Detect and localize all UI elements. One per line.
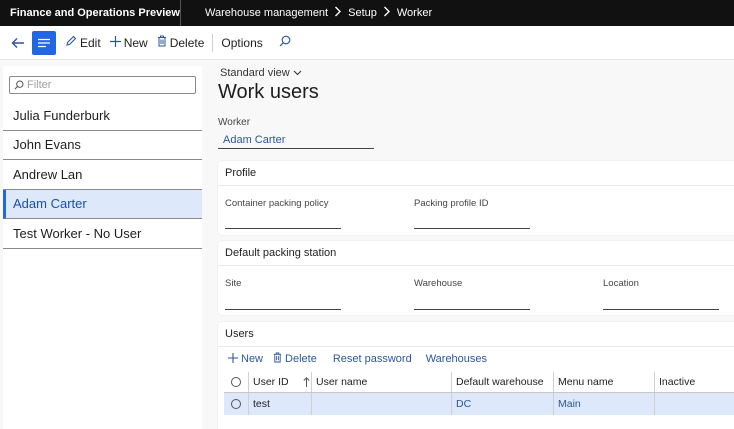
edit-button[interactable]: Edit	[65, 35, 101, 50]
profile-section-header[interactable]: Profile	[218, 161, 734, 186]
delete-button[interactable]: Delete	[157, 35, 205, 50]
delete-label: Delete	[169, 35, 205, 50]
profile-section: Profile Container packing policy Packing…	[218, 161, 734, 235]
options-button[interactable]: Options	[221, 36, 262, 50]
view-selector[interactable]: Standard view	[220, 67, 302, 79]
users-section-header[interactable]: Users	[218, 322, 734, 347]
new-button[interactable]: New	[109, 35, 148, 50]
column-header-user-name[interactable]: User name	[311, 372, 451, 392]
default-packing-station-section: Default packing station Site Warehouse L…	[218, 241, 734, 315]
worker-label: Worker	[218, 117, 251, 128]
users-section: Users New Delete Reset password Warehous…	[218, 322, 734, 429]
cell-user-id[interactable]: test	[248, 393, 311, 415]
radio-icon	[231, 399, 241, 409]
list-item[interactable]: Julia Funderburk	[3, 101, 202, 131]
breadcrumb: Warehouse management Setup Worker	[181, 6, 432, 20]
container-packing-policy-field[interactable]	[225, 228, 341, 229]
edit-label: Edit	[80, 35, 101, 50]
list-item[interactable]: Andrew Lan	[3, 160, 202, 190]
warehouse-label: Warehouse	[414, 278, 463, 289]
view-selector-label: Standard view	[220, 67, 290, 79]
app-title[interactable]: Finance and Operations Preview	[0, 0, 181, 26]
pencil-icon	[65, 35, 77, 50]
location-label: Location	[603, 278, 639, 289]
search-icon	[14, 80, 24, 90]
column-header-default-warehouse[interactable]: Default warehouse	[451, 372, 553, 392]
users-new-label: New	[241, 353, 264, 365]
list-item[interactable]: John Evans	[3, 131, 202, 160]
warehouses-button[interactable]: Warehouses	[426, 353, 487, 365]
users-new-button[interactable]: New	[228, 352, 264, 366]
breadcrumb-warehouse-management[interactable]: Warehouse management	[205, 7, 328, 19]
column-header-inactive[interactable]: Inactive	[654, 372, 734, 392]
hamburger-icon	[38, 38, 50, 47]
list-item[interactable]: Test Worker - No User	[3, 219, 202, 249]
list-item-selected[interactable]: Adam Carter	[3, 189, 202, 219]
users-delete-label: Delete	[285, 353, 317, 365]
plus-icon	[228, 352, 238, 366]
filter-placeholder: Filter	[27, 79, 52, 91]
users-toolbar: New Delete Reset password Warehouses	[218, 351, 487, 367]
site-label: Site	[225, 278, 242, 289]
table-row[interactable]: test DC Main	[224, 393, 734, 415]
breadcrumb-setup[interactable]: Setup	[348, 7, 377, 19]
packing-profile-id-label: Packing profile ID	[414, 198, 489, 209]
chevron-right-icon	[334, 6, 342, 20]
plus-icon	[109, 35, 121, 50]
sort-ascending-icon	[303, 377, 310, 387]
breadcrumb-worker[interactable]: Worker	[397, 7, 432, 19]
default-packing-station-header[interactable]: Default packing station	[218, 241, 734, 266]
action-pane: Edit New Delete Options	[0, 26, 734, 60]
back-arrow-icon	[11, 37, 24, 48]
radio-icon	[231, 377, 241, 387]
cell-user-name[interactable]	[311, 393, 451, 415]
column-header-user-id[interactable]: User ID	[248, 372, 311, 392]
select-all-radio[interactable]	[224, 372, 248, 392]
container-packing-policy-label: Container packing policy	[225, 198, 329, 209]
reset-password-button[interactable]: Reset password	[333, 353, 412, 365]
search-icon	[279, 35, 291, 47]
location-field[interactable]	[603, 309, 719, 310]
page-title: Work users	[218, 81, 319, 103]
chevron-right-icon	[383, 6, 391, 20]
main-content: Standard view Work users Worker Adam Car…	[204, 60, 734, 429]
search-button[interactable]	[279, 35, 291, 50]
filter-input[interactable]: Filter	[9, 76, 196, 94]
trash-icon	[157, 35, 167, 50]
worker-list: Julia Funderburk John Evans Andrew Lan A…	[3, 101, 202, 249]
grid-header-row: User ID User name Default warehouse Menu…	[224, 372, 734, 393]
column-header-menu-name[interactable]: Menu name	[553, 372, 654, 392]
chevron-down-icon	[293, 70, 302, 76]
cell-default-warehouse[interactable]: DC	[451, 393, 553, 415]
back-button[interactable]	[6, 31, 30, 55]
packing-profile-id-field[interactable]	[414, 228, 530, 229]
users-delete-button[interactable]: Delete	[273, 352, 317, 366]
top-nav-bar: Finance and Operations Preview Warehouse…	[0, 0, 734, 26]
warehouse-field[interactable]	[414, 309, 530, 310]
trash-icon	[273, 352, 282, 366]
list-toggle-button[interactable]	[32, 30, 56, 55]
row-select-radio[interactable]	[224, 393, 248, 415]
divider	[212, 33, 214, 52]
worker-field[interactable]: Adam Carter	[218, 132, 374, 149]
worker-list-pane: Filter Julia Funderburk John Evans Andre…	[3, 66, 202, 429]
cell-inactive[interactable]	[654, 393, 734, 415]
users-grid: User ID User name Default warehouse Menu…	[224, 372, 734, 415]
new-label: New	[123, 35, 148, 50]
column-label: User ID	[253, 376, 289, 388]
site-field[interactable]	[225, 309, 341, 310]
cell-menu-name[interactable]: Main	[553, 393, 654, 415]
